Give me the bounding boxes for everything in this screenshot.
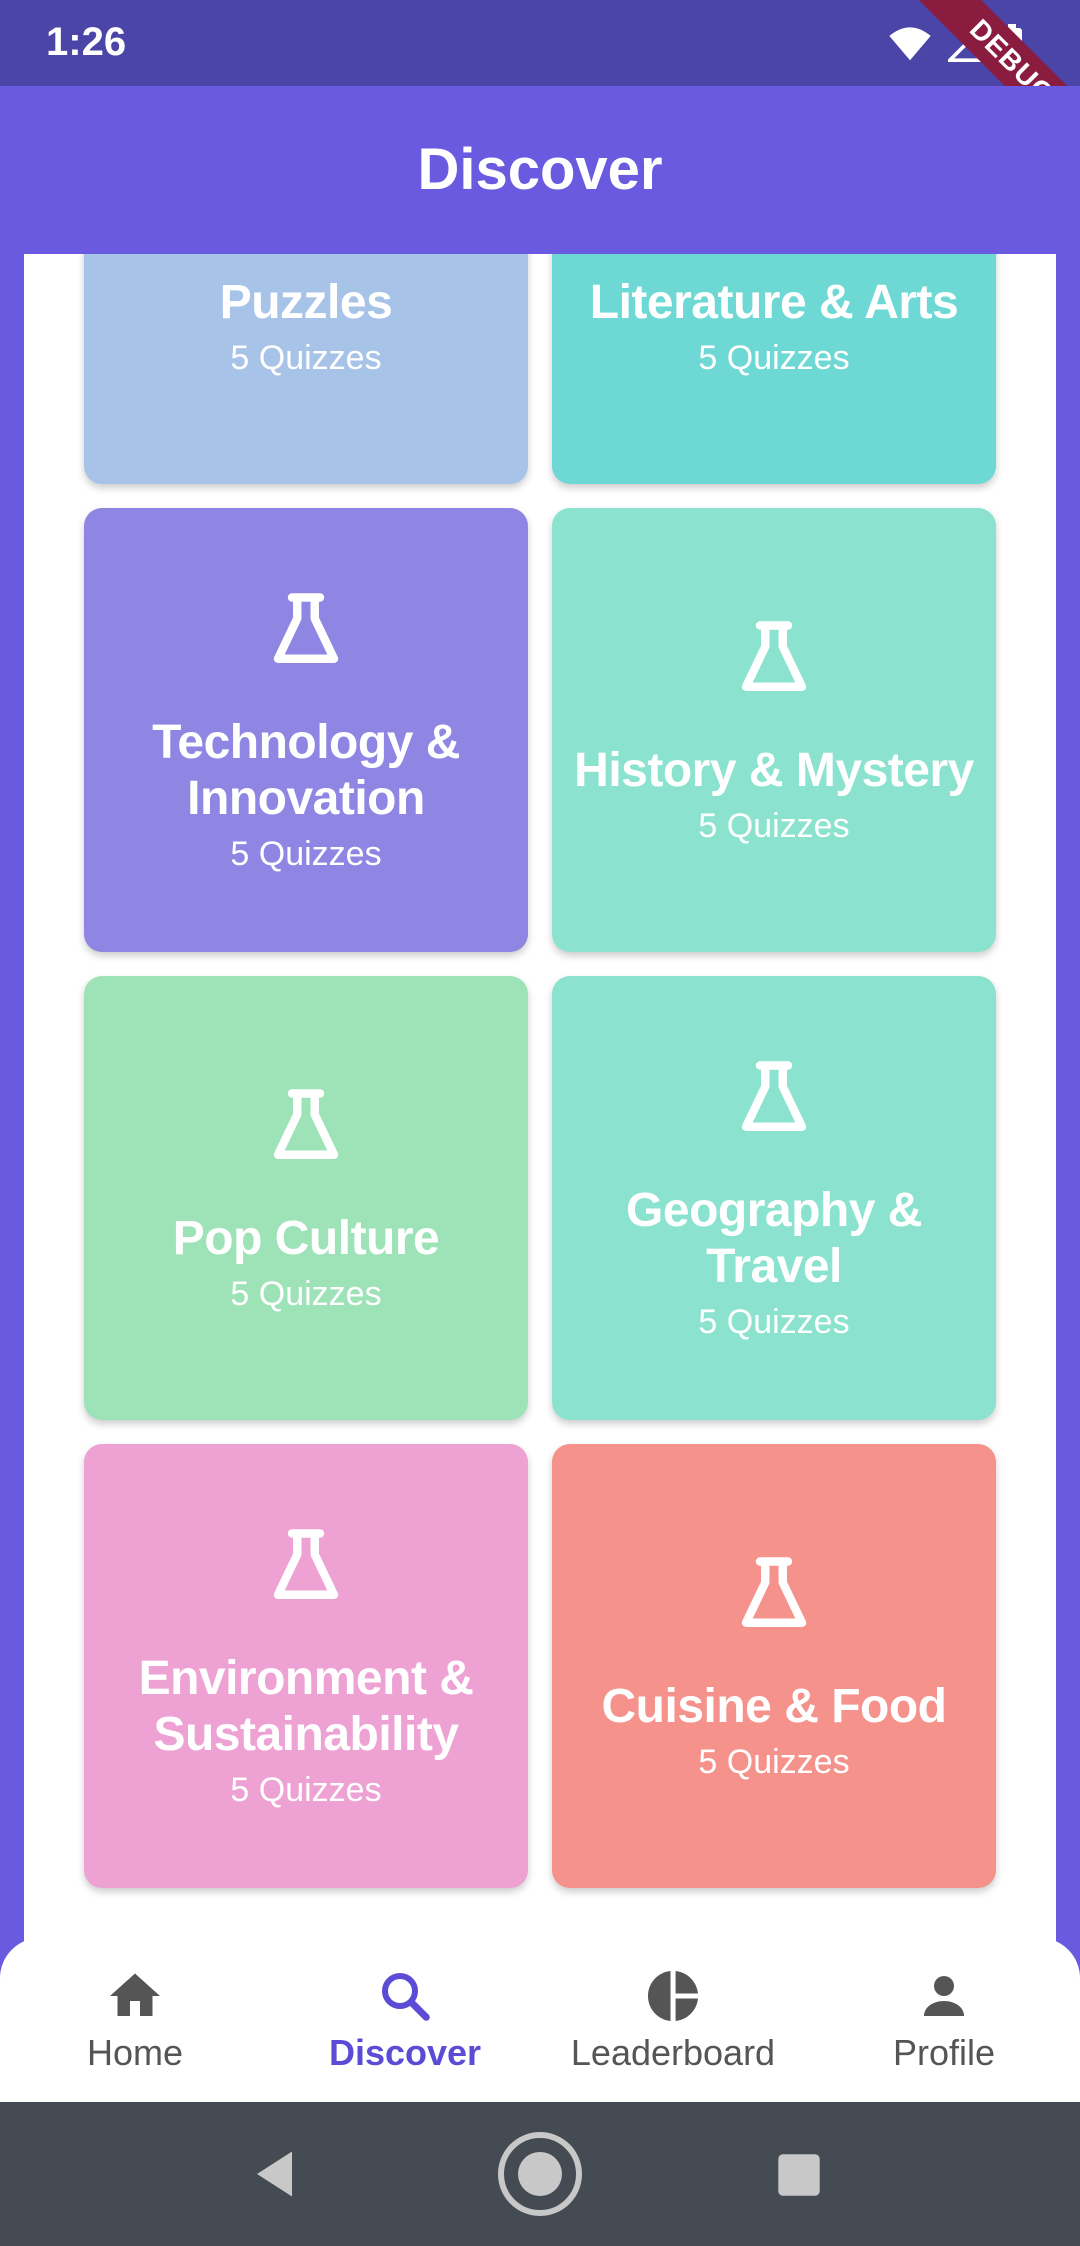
- nav-label: Profile: [892, 2032, 996, 2073]
- flask-icon: [741, 1060, 807, 1131]
- person-icon: [924, 1976, 964, 2016]
- category-grid: Puzzles 5 Quizzes Literature & Arts 5 Qu…: [84, 254, 996, 1888]
- category-list[interactable]: Puzzles 5 Quizzes Literature & Arts 5 Qu…: [24, 254, 1056, 1990]
- nav-item-profile[interactable]: Profile: [824, 1966, 1064, 2086]
- recents-icon[interactable]: [776, 2152, 822, 2198]
- category-title: Puzzles: [219, 275, 393, 329]
- nav-item-leaderboard[interactable]: Leaderboard: [553, 1966, 793, 2086]
- status-bar: 1:26 76 DEBUG: [0, 0, 1080, 170]
- home-icon: [110, 1973, 160, 2016]
- nav-label: Discover: [328, 2032, 482, 2073]
- system-navigation-bar: [0, 2102, 1080, 2246]
- page-title: Discover: [417, 137, 663, 202]
- category-title: Cuisine & Food: [601, 1679, 947, 1733]
- nav-label: Home: [86, 2032, 184, 2073]
- flask-icon: [741, 1556, 807, 1627]
- category-card[interactable]: Puzzles 5 Quizzes: [84, 254, 528, 484]
- search-icon: [382, 1973, 430, 2021]
- category-card[interactable]: Geography & Travel 5 Quizzes: [552, 976, 996, 1420]
- flask-icon: [273, 1088, 339, 1159]
- bottom-navigation: Home Discover Leaderboard Profile: [0, 1938, 1080, 2102]
- flask-icon: [741, 620, 807, 691]
- category-title: Geography & Travel: [626, 1183, 922, 1293]
- category-title: Environment & Sustainability: [138, 1651, 474, 1761]
- category-card[interactable]: Literature & Arts 5 Quizzes: [552, 254, 996, 484]
- category-card[interactable]: Technology & Innovation 5 Quizzes: [84, 508, 528, 952]
- app-bar: Discover: [0, 86, 1080, 254]
- pie-chart-icon: [648, 1971, 698, 2021]
- nav-label: Leaderboard: [570, 2032, 776, 2073]
- quiz-count: 5 Quizzes: [230, 338, 382, 377]
- flask-icon: [273, 1528, 339, 1599]
- category-card[interactable]: Environment & Sustainability 5 Quizzes: [84, 1444, 528, 1888]
- status-time: 1:26: [46, 20, 127, 64]
- home-button-icon[interactable]: [496, 2130, 584, 2218]
- quiz-count: 5 Quizzes: [230, 834, 382, 873]
- back-icon[interactable]: [252, 2148, 302, 2200]
- category-card[interactable]: Pop Culture 5 Quizzes: [84, 976, 528, 1420]
- category-card[interactable]: History & Mystery 5 Quizzes: [552, 508, 996, 952]
- flask-icon: [273, 592, 339, 663]
- category-title: Literature & Arts: [589, 275, 959, 329]
- quiz-count: 5 Quizzes: [230, 1770, 382, 1809]
- quiz-count: 5 Quizzes: [698, 1302, 850, 1341]
- quiz-count: 5 Quizzes: [698, 1742, 850, 1781]
- wifi-icon: [889, 27, 931, 61]
- quiz-count: 5 Quizzes: [698, 806, 850, 845]
- quiz-count: 5 Quizzes: [230, 1274, 382, 1313]
- category-title: Pop Culture: [172, 1211, 440, 1265]
- nav-item-discover[interactable]: Discover: [285, 1966, 525, 2086]
- nav-item-home[interactable]: Home: [15, 1966, 255, 2086]
- category-title: Technology & Innovation: [152, 715, 460, 825]
- category-card[interactable]: Cuisine & Food 5 Quizzes: [552, 1444, 996, 1888]
- category-title: History & Mystery: [574, 743, 974, 797]
- quiz-count: 5 Quizzes: [698, 338, 850, 377]
